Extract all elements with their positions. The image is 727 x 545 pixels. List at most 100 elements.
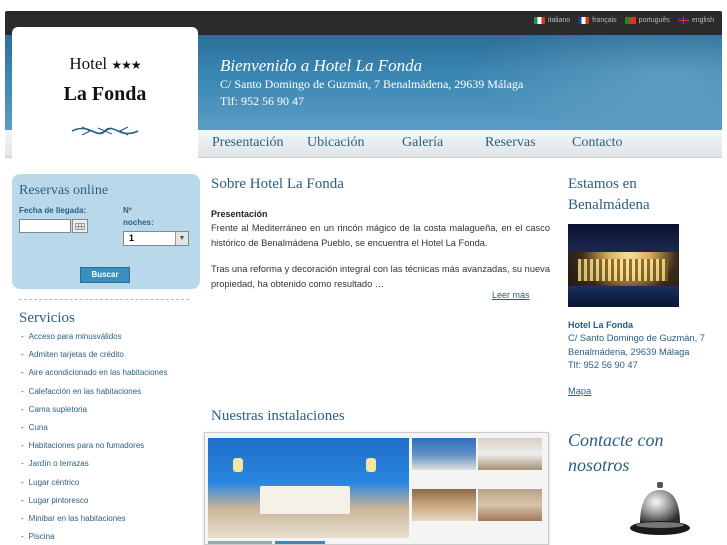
lamp-shape [233, 458, 243, 472]
search-button[interactable]: Buscar [80, 267, 130, 283]
location-title: Estamos en Benalmádena [568, 174, 650, 216]
banner-address: C/ Santo Domingo de Guzmán, 7 Benalmáden… [220, 77, 524, 91]
contact-title[interactable]: Contacte con nosotros [568, 428, 663, 478]
booking-widget: Reservas online Fecha de llegada: Nº noc… [12, 174, 200, 289]
map-link[interactable]: Mapa [568, 386, 591, 396]
photo-water [568, 286, 679, 307]
booking-title: Reservas online [19, 183, 109, 198]
hotel-address-block: C/ Santo Domingo de Guzmán, 7 Benalmáden… [568, 332, 718, 373]
service-item[interactable]: - Habitaciones para no fumadores [21, 440, 167, 458]
banner-text: Bienvenido a Hotel La Fonda C/ Santo Dom… [220, 56, 523, 110]
gallery-thumbnail[interactable] [412, 438, 476, 470]
service-bell-icon[interactable] [628, 480, 692, 540]
gallery-thumbnail[interactable] [478, 489, 542, 521]
gallery-thumbnail[interactable] [412, 489, 476, 521]
divider [19, 299, 189, 300]
italy-flag-icon [533, 17, 545, 24]
nights-label-number: Nº [123, 206, 132, 215]
ornament-icon [71, 126, 139, 136]
service-item[interactable]: - Admiten tarjetas de crédito [21, 349, 167, 367]
portugal-flag-icon [624, 17, 636, 24]
lang-portugues[interactable]: português [624, 17, 670, 24]
nav-reservas[interactable]: Reservas [485, 135, 536, 151]
bed-shape [260, 486, 350, 514]
services-list: - Acceso para minusválidos - Admiten tarje… [21, 331, 167, 545]
bullet-dash-icon: - [21, 495, 24, 505]
service-label: Piscina [28, 532, 55, 542]
bullet-dash-icon: - [21, 441, 24, 451]
service-label: Lugar céntrico [28, 477, 80, 487]
presentation-text-2: Tras una reforma y decoración integral c… [211, 264, 550, 289]
nav-contacto[interactable]: Contacto [572, 135, 623, 151]
service-label: Cuna [28, 422, 48, 432]
service-item[interactable]: - Minibar en las habitaciones [21, 513, 167, 531]
service-item[interactable]: - Calefacción en las habitaciones [21, 386, 167, 404]
logo-hotel-word: Hotel [69, 54, 108, 73]
nights-select[interactable]: 1 ▼ [123, 231, 189, 246]
hotel-night-photo[interactable] [568, 224, 679, 307]
service-label: Minibar en las habitaciones [28, 513, 126, 523]
logo-hotel-line: Hotel ★★★ [12, 54, 198, 74]
service-label: Lugar pintoresco [28, 495, 89, 505]
hotel-phone: Tlf: 952 56 90 47 [568, 360, 638, 370]
bullet-dash-icon: - [21, 386, 24, 396]
service-item[interactable]: - Aire acondicionado en las habitaciones [21, 367, 167, 385]
facilities-title: Nuestras instalaciones [211, 408, 345, 424]
lang-label: english [691, 17, 714, 24]
arrival-date-input[interactable] [19, 219, 71, 233]
photo-sky [568, 224, 679, 252]
bullet-dash-icon: - [21, 350, 24, 360]
lamp-shape [366, 458, 376, 472]
service-item[interactable]: - Lugar pintoresco [21, 495, 167, 513]
france-flag-icon [578, 17, 590, 24]
presentation-label: Presentación [211, 209, 268, 219]
service-item[interactable]: - Lugar céntrico [21, 477, 167, 495]
service-label: Acceso para minusválidos [28, 332, 122, 341]
photo-lights [578, 259, 668, 281]
about-title: Sobre Hotel La Fonda [211, 176, 344, 192]
service-label: Admiten tarjetas de crédito [28, 350, 124, 360]
gallery-thumbnail[interactable] [208, 541, 272, 544]
bullet-dash-icon: - [21, 404, 24, 414]
logo-hotel-name: La Fonda [63, 83, 147, 105]
bullet-dash-icon: - [21, 368, 24, 378]
hotel-logo[interactable]: Hotel ★★★ La Fonda [12, 27, 198, 158]
lang-label: français [592, 17, 617, 24]
bullet-dash-icon: - [21, 422, 24, 432]
chevron-down-icon[interactable]: ▼ [175, 232, 188, 245]
gallery-thumbnail[interactable] [478, 438, 542, 470]
nights-label: noches: [123, 218, 154, 227]
logo-stars: ★★★ [111, 58, 141, 72]
location-title-line-2: Benalmádena [568, 197, 650, 213]
photo-gallery [204, 432, 549, 545]
arrival-date-label: Fecha de llegada: [19, 206, 87, 215]
service-item[interactable]: - Acceso para minusválidos [21, 331, 167, 349]
service-item[interactable]: - Jardín o terrazas [21, 458, 167, 476]
lang-english[interactable]: english [677, 17, 714, 24]
hotel-address: C/ Santo Domingo de Guzmán, 7 Benalmáden… [568, 333, 705, 357]
service-item[interactable]: - Cuna [21, 422, 167, 440]
language-selector: italiano français português english [533, 17, 714, 24]
service-label: Habitaciones para no fumadores [28, 441, 145, 451]
service-item[interactable]: - Piscina [21, 531, 167, 545]
banner-title: Bienvenido a Hotel La Fonda [220, 56, 423, 75]
hotel-name: Hotel La Fonda [568, 320, 633, 330]
lang-francais[interactable]: français [578, 17, 617, 24]
nav-presentacion[interactable]: Presentación [212, 135, 284, 151]
nights-value: 1 [129, 233, 135, 243]
read-more-link[interactable]: Leer más [492, 290, 530, 300]
lang-italiano[interactable]: italiano [533, 17, 571, 24]
bullet-dash-icon: - [21, 477, 24, 487]
nav-ubicacion[interactable]: Ubicación [307, 135, 365, 151]
lang-label: italiano [547, 17, 571, 24]
services-title: Servicios [19, 310, 75, 326]
calendar-icon[interactable] [72, 219, 88, 233]
bullet-dash-icon: - [21, 459, 24, 469]
nav-galeria[interactable]: Galería [402, 135, 443, 151]
gallery-thumbnail[interactable] [275, 541, 325, 544]
banner-phone: Tlf: 952 56 90 47 [220, 94, 304, 108]
service-label: Jardín o terrazas [28, 459, 89, 469]
service-label: Cama supletoria [28, 404, 87, 414]
service-item[interactable]: - Cama supletoria [21, 404, 167, 422]
gallery-main-photo[interactable] [208, 438, 409, 538]
